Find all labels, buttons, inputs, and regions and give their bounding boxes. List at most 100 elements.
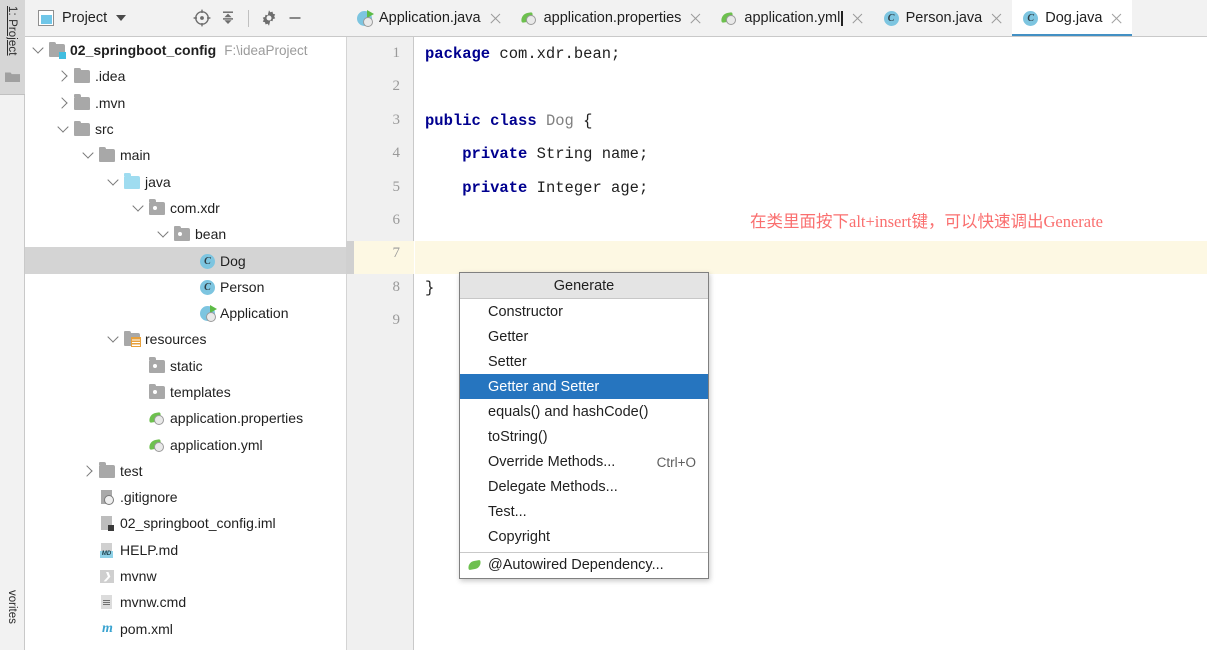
close-icon[interactable] <box>489 12 502 25</box>
tree-row[interactable]: application.yml <box>25 431 346 457</box>
tree-twisty-none <box>81 542 97 558</box>
package-icon <box>174 225 191 242</box>
tree-twisty-none <box>81 515 97 531</box>
generate-menu-item[interactable]: toString() <box>460 424 708 449</box>
generate-menu-item[interactable]: equals() and hashCode() <box>460 399 708 424</box>
tree-row[interactable]: bean <box>25 221 346 247</box>
project-panel-toolbar: Project <box>25 0 346 37</box>
chevron-down-icon[interactable] <box>106 174 122 190</box>
project-window-icon <box>38 10 54 26</box>
tree-row[interactable]: main <box>25 142 346 168</box>
close-icon[interactable] <box>1110 12 1123 25</box>
chevron-down-icon[interactable] <box>81 147 97 163</box>
tree-twisty-none <box>181 253 197 269</box>
tree-row[interactable]: java <box>25 168 346 194</box>
project-panel-title: Project <box>62 10 108 26</box>
tree-row[interactable]: templates <box>25 379 346 405</box>
project-tree[interactable]: 02_springboot_config F:\ideaProject .idea.… <box>25 37 346 650</box>
close-icon[interactable] <box>851 12 864 25</box>
editor-tab-label: application.properties <box>543 10 682 26</box>
generate-menu-item[interactable]: Getter <box>460 324 708 349</box>
chevron-right-icon[interactable] <box>56 95 72 111</box>
code-line: package com.xdr.bean; <box>425 45 620 63</box>
tool-button-favorites-label[interactable]: vorites <box>6 590 18 624</box>
tree-row[interactable]: mvnw.cmd <box>25 589 346 615</box>
generate-menu-item[interactable]: Copyright <box>460 525 708 550</box>
package-icon <box>149 357 166 374</box>
generate-popup[interactable]: Generate Constructor Getter Setter Getter a… <box>459 272 709 580</box>
tree-row[interactable]: com.xdr <box>25 195 346 221</box>
generate-menu-items[interactable]: Constructor Getter Setter Getter and Setter… <box>460 299 708 578</box>
generate-menu-item-label: @Autowired Dependency... <box>488 557 664 574</box>
tree-row[interactable]: m pom.xml <box>25 616 346 642</box>
tree-item-label: static <box>170 357 203 374</box>
generate-menu-item[interactable]: Test... <box>460 500 708 525</box>
current-line-highlight <box>415 241 1207 275</box>
tree-row[interactable]: test <box>25 458 346 484</box>
generate-menu-item-label: Delegate Methods... <box>488 479 618 496</box>
editor-tab[interactable]: application.properties <box>511 0 712 36</box>
editor-tab[interactable]: C Person.java <box>873 0 1013 36</box>
generate-popup-title: Generate <box>460 273 708 299</box>
crosshair-target-icon <box>193 9 211 27</box>
locate-in-tree-button[interactable] <box>189 6 215 30</box>
tree-row[interactable]: .idea <box>25 63 346 89</box>
line-number: 8 <box>392 278 401 295</box>
editor-tab[interactable]: Application.java <box>346 0 511 36</box>
tree-row[interactable]: application.properties <box>25 405 346 431</box>
generate-menu-item[interactable]: Override Methods... Ctrl+O <box>460 450 708 475</box>
editor-tab[interactable]: application.yml <box>711 0 872 36</box>
tree-row[interactable]: resources <box>25 326 346 352</box>
tree-item-label: Person <box>220 278 265 295</box>
tree-row[interactable]: ❯ mvnw <box>25 563 346 589</box>
editor-tab[interactable]: C Dog.java <box>1012 0 1133 36</box>
chevron-right-icon[interactable] <box>56 68 72 84</box>
chevron-down-icon[interactable] <box>116 15 127 21</box>
chevron-down-icon[interactable] <box>106 331 122 347</box>
editor-gutter[interactable]: 1 2 3 4 5 6 7 8 9 <box>346 37 414 650</box>
tree-row[interactable]: C Dog <box>25 247 346 274</box>
collapse-all-icon <box>223 11 234 24</box>
settings-button[interactable] <box>256 6 282 30</box>
code-line: private String name; <box>425 145 648 163</box>
hide-panel-button[interactable] <box>282 6 308 30</box>
tree-item-label: com.xdr <box>170 199 220 216</box>
generate-menu-item-autowired[interactable]: @Autowired Dependency... <box>460 553 708 578</box>
tree-row[interactable]: src <box>25 116 346 142</box>
tree-row[interactable]: 02_springboot_config.iml <box>25 510 346 536</box>
chevron-down-icon[interactable] <box>131 200 147 216</box>
generate-menu-item[interactable]: Getter and Setter <box>460 374 708 400</box>
tree-row[interactable]: 02_springboot_config F:\ideaProject <box>25 37 346 63</box>
gear-icon <box>262 10 276 26</box>
close-icon[interactable] <box>990 12 1003 25</box>
tree-twisty-none <box>131 410 147 426</box>
chevron-down-icon[interactable] <box>156 226 172 242</box>
folder-icon <box>74 120 91 137</box>
tree-row[interactable]: C Person <box>25 274 346 300</box>
generate-menu-item-label: Override Methods... <box>488 454 616 471</box>
code-line: } <box>425 279 434 297</box>
editor-tabs[interactable]: Application.java application.properties ap… <box>346 0 1207 37</box>
line-number: 5 <box>392 178 401 195</box>
tree-row[interactable]: HELP.md <box>25 537 346 563</box>
spring-leaf-icon <box>149 437 166 453</box>
tree-row[interactable]: static <box>25 353 346 379</box>
generate-menu-item[interactable]: Constructor <box>460 299 708 324</box>
tree-row[interactable]: .gitignore <box>25 484 346 510</box>
spring-leaf-icon <box>721 10 738 26</box>
spring-boot-app-icon <box>199 305 217 323</box>
chevron-down-icon[interactable] <box>56 121 72 137</box>
close-icon[interactable] <box>689 12 702 25</box>
generate-menu-item[interactable]: Setter <box>460 349 708 374</box>
collapse-all-button[interactable] <box>215 6 241 30</box>
java-class-icon: C <box>199 279 216 295</box>
generate-menu-item[interactable]: Delegate Methods... <box>460 475 708 500</box>
package-icon <box>149 383 166 400</box>
current-line-gutter-highlight <box>346 241 414 275</box>
tree-row[interactable]: Application <box>25 300 346 326</box>
project-view-selector[interactable]: Project <box>34 8 130 28</box>
chevron-right-icon[interactable] <box>81 463 97 479</box>
tree-row[interactable]: .mvn <box>25 90 346 116</box>
chevron-down-icon[interactable] <box>31 42 47 58</box>
code-line: public class Dog { <box>425 112 592 130</box>
